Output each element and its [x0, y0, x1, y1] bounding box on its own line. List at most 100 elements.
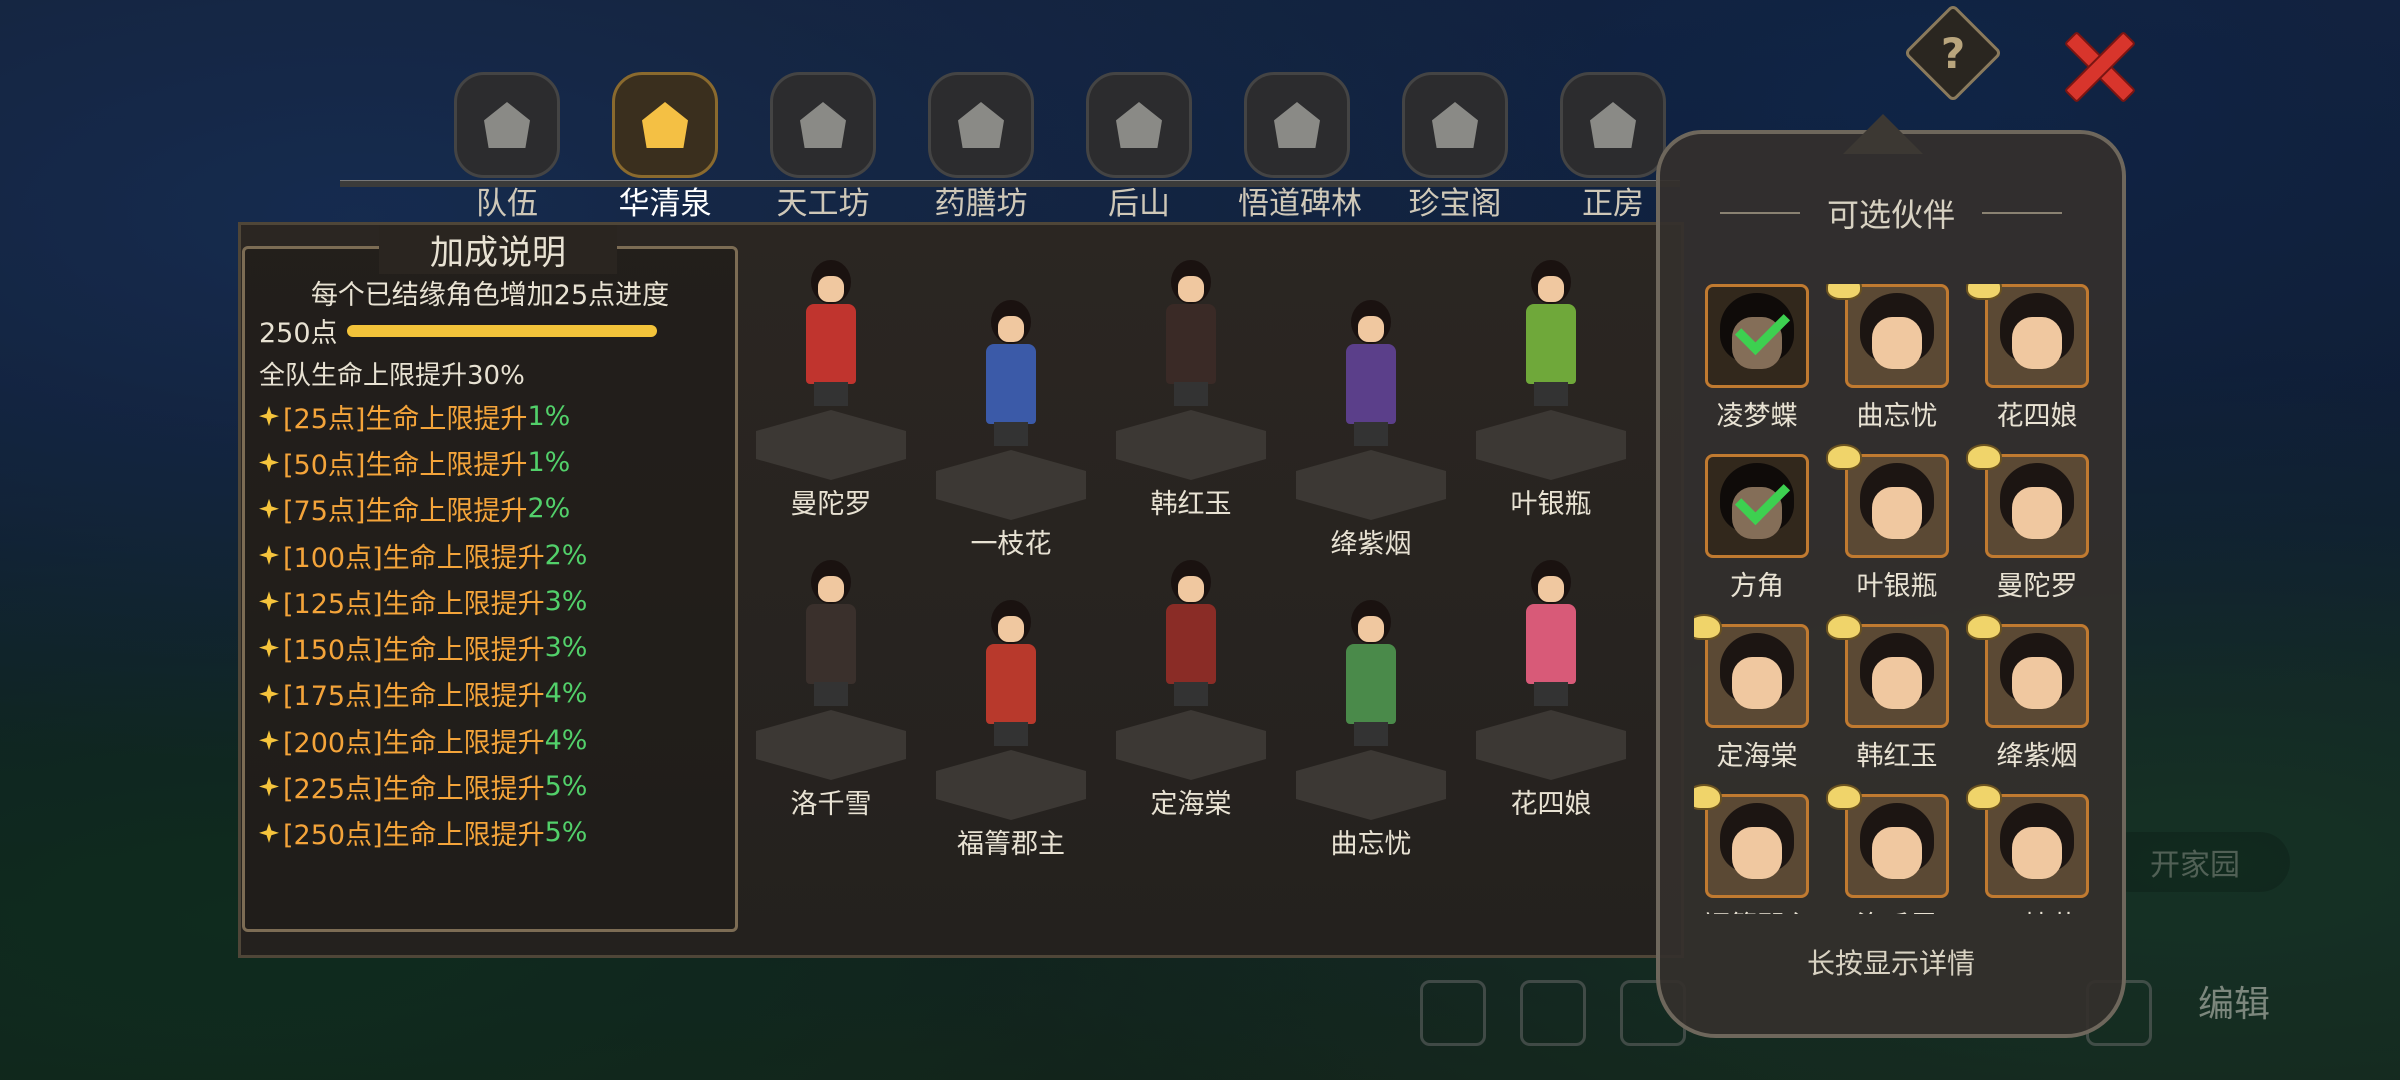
close-button[interactable] [2052, 20, 2142, 110]
companion-name: 定海棠 [1716, 741, 1798, 772]
tier-percent: 5% [544, 817, 588, 849]
star-icon [259, 730, 279, 751]
tab-3[interactable]: 药膳坊 [922, 72, 1040, 237]
tab-7[interactable]: 正房 [1554, 72, 1672, 237]
star-icon [259, 545, 279, 566]
open-home-button: 开家园 [2100, 832, 2290, 892]
tier-requirement: [225点] [283, 774, 383, 806]
character-sprite [976, 600, 1046, 750]
tier-requirement: [175点] [283, 681, 383, 713]
companion-avatar [1845, 454, 1949, 558]
tier-percent: 2% [544, 539, 588, 571]
companion-slot[interactable]: 韩红玉 [1826, 614, 1960, 794]
bonus-panel: 加成说明 每个已结缘角色增加25点进度 250点 全队生命上限提升30% [25… [242, 225, 738, 932]
companion-slot[interactable]: 曲忘忧 [1826, 284, 1960, 454]
companion-slot[interactable]: 花四娘 [1966, 284, 2094, 454]
background-slot [1520, 980, 1586, 1046]
tab-5[interactable]: 悟道碑林 [1238, 72, 1362, 237]
character-name: 一枝花 [970, 529, 1052, 560]
companion-slot[interactable]: 方角 [1694, 454, 1820, 624]
tier-requirement: [250点] [283, 820, 383, 852]
companion-name: 绛紫烟 [1996, 741, 2078, 772]
tier-effect: 生命上限提升 [382, 820, 545, 852]
tier-effect: 生命上限提升 [382, 588, 545, 620]
crown-icon [1826, 784, 1862, 810]
character-sprite [976, 300, 1046, 450]
companion-slot[interactable]: 叶银瓶 [1826, 444, 1960, 624]
companion-name: 曲忘忧 [1856, 401, 1938, 432]
character-sprite [796, 260, 866, 410]
tier-requirement: [200点] [283, 727, 383, 759]
companion-avatar [1985, 454, 2089, 558]
tier-effect: 生命上限提升 [365, 403, 528, 435]
crown-icon [1966, 444, 2002, 470]
crown-icon [1826, 284, 1862, 300]
progress-bar-fill [347, 324, 657, 337]
companion-slot[interactable]: 洛千雪 [1826, 784, 1960, 914]
companion-avatar [1985, 794, 2089, 898]
tier-row: [25点] 生命上限提升 1% [259, 393, 587, 439]
companion-slot[interactable]: 曼陀罗 [1966, 444, 2094, 624]
crown-icon [1966, 784, 2002, 810]
star-icon [259, 637, 279, 658]
progress-points: 250点 [259, 318, 338, 349]
tier-requirement: [50点] [283, 449, 366, 481]
companion-slot[interactable]: 凌梦蝶 [1694, 284, 1820, 454]
tier-percent: 4% [544, 724, 588, 756]
companion-name: 福箐郡主 [1694, 904, 1820, 914]
tab-label: 悟道碑林 [1238, 186, 1362, 222]
character-name: 洛千雪 [790, 789, 872, 820]
star-icon [259, 406, 279, 427]
tier-effect: 生命上限提升 [382, 542, 545, 574]
star-icon [259, 452, 279, 473]
companion-name: 韩红玉 [1856, 741, 1938, 772]
crown-icon [1694, 784, 1722, 810]
check-icon [1708, 457, 1806, 555]
crown-icon [1826, 444, 1862, 470]
character-name: 叶银瓶 [1510, 489, 1592, 520]
companion-slot[interactable]: 绛紫烟 [1966, 614, 2094, 794]
tab-label: 珍宝阁 [1408, 186, 1502, 222]
tier-row: [75点] 生命上限提升 2% [259, 486, 587, 532]
companion-name: 花四娘 [1996, 401, 2078, 432]
tab-2[interactable]: 天工坊 [764, 72, 882, 237]
tab-6[interactable]: 珍宝阁 [1396, 72, 1514, 237]
crown-icon [1826, 614, 1862, 640]
question-icon: ? [1940, 28, 1966, 78]
tab-label: 天工坊 [776, 186, 870, 222]
companion-avatar [1705, 794, 1809, 898]
companion-slot[interactable]: 一枝花 [1966, 784, 2094, 914]
main-house-icon [1560, 72, 1666, 178]
tier-effect: 生命上限提升 [382, 774, 545, 806]
hold-hint: 长按显示详情 [1806, 947, 1975, 980]
tier-percent: 2% [527, 493, 571, 525]
companion-slot[interactable]: 定海棠 [1694, 614, 1820, 794]
companion-slot[interactable]: 福箐郡主 [1694, 784, 1820, 914]
crown-icon [1966, 284, 2002, 300]
tier-list: [25点] 生命上限提升 1% [50点] 生命上限提升 1% [75点] 生命上限提升 2%[… [259, 393, 587, 856]
pavilion-icon [1402, 72, 1508, 178]
companion-title: 可选伙伴 [1660, 190, 2122, 236]
crown-icon [1694, 614, 1722, 640]
character-sprite [796, 560, 866, 710]
tier-requirement: [75点] [283, 496, 366, 528]
tier-effect: 生命上限提升 [365, 496, 528, 528]
companion-name: 方角 [1730, 571, 1784, 602]
character-name: 定海棠 [1150, 789, 1232, 820]
workshop-icon [770, 72, 876, 178]
character-name: 韩红玉 [1150, 489, 1232, 520]
tier-percent: 4% [544, 678, 588, 710]
tier-requirement: [150点] [283, 635, 383, 667]
tab-4[interactable]: 后山 [1080, 72, 1198, 237]
companion-name: 一枝花 [1974, 904, 2094, 914]
companion-avatar [1985, 284, 2089, 388]
kitchen-icon [928, 72, 1034, 178]
tab-0[interactable]: 队伍 [448, 72, 566, 237]
progress-bar [347, 324, 657, 337]
mountain-icon [1086, 72, 1192, 178]
companion-grid[interactable]: 凌梦蝶 曲忘忧 花四娘方角 叶银瓶 曼陀罗定海棠 韩红玉 绛紫烟福箐郡主 洛千雪 一枝花 [1694, 284, 2094, 914]
check-icon [1708, 287, 1806, 385]
tier-percent: 1% [527, 400, 571, 432]
tab-1[interactable]: 华清泉 [606, 72, 724, 237]
tier-requirement: [125点] [283, 588, 383, 620]
